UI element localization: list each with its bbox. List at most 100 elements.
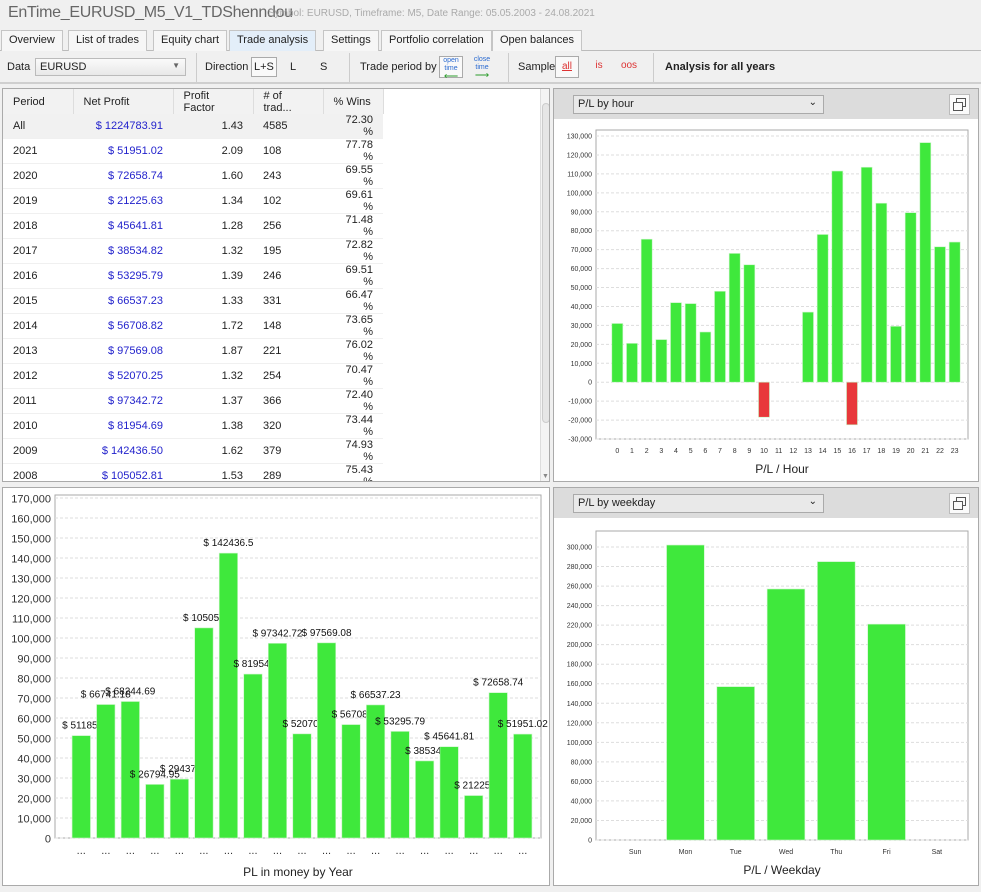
table-row[interactable]: 2009 $ 142436.50 1.62 379 74.93 %	[3, 438, 383, 464]
column-period[interactable]: Period	[3, 89, 74, 114]
table-scrollbar[interactable]: ▼	[540, 89, 549, 481]
column-net-profit[interactable]: Net Profit	[73, 89, 174, 114]
tab-bar: Overview List of trades Equity chart Tra…	[0, 30, 981, 52]
y-tick-label: 140,000	[567, 701, 592, 708]
sample-is-button[interactable]: is	[587, 56, 611, 78]
bar-Thu	[817, 561, 856, 841]
cell-net-profit: $ 21225.63	[73, 188, 173, 214]
tab-open-balances[interactable]: Open balances	[492, 30, 582, 51]
table-row[interactable]: 2021 $ 51951.02 2.09 108 77.78 %	[3, 138, 383, 164]
bar-9	[743, 264, 756, 383]
scrollbar-thumb[interactable]	[542, 103, 549, 423]
cell-net-profit: $ 51951.02	[73, 138, 173, 164]
cell-profit-factor: 1.72	[173, 313, 253, 339]
table-row[interactable]: 2018 $ 45641.81 1.28 256 71.48 %	[3, 213, 383, 239]
y-tick-label: 30,000	[17, 774, 51, 786]
y-tick-label: 220,000	[567, 623, 592, 630]
table-row[interactable]: 2019 $ 21225.63 1.34 102 69.61 %	[3, 188, 383, 214]
cell-profit-factor: 1.37	[173, 388, 253, 414]
bar-10	[758, 381, 770, 418]
tab-list-of-trades[interactable]: List of trades	[68, 30, 147, 51]
bar-19	[890, 326, 902, 383]
table-row[interactable]: 2008 $ 105052.81 1.53 289 75.43 %	[3, 463, 383, 481]
year-chart-panel: 0 10,000 20,000 30,000 40,000 50,000 60,000 70,…	[2, 487, 550, 886]
x-tick-label: 5	[689, 448, 693, 455]
trade-period-label: Trade period by	[360, 61, 437, 73]
sample-all-button[interactable]: all	[555, 56, 579, 78]
cell-net-profit: $ 142436.50	[73, 438, 173, 464]
table-row[interactable]: 2020 $ 72658.74 1.60 243 69.55 %	[3, 163, 383, 189]
bar-22	[934, 246, 946, 383]
y-tick-label: 240,000	[567, 603, 592, 610]
chevron-down-icon: ⌄	[808, 496, 817, 507]
x-tick-label: 12	[789, 448, 797, 455]
table-row[interactable]: 2015 $ 66537.23 1.33 331 66.47 %	[3, 288, 383, 314]
y-tick-label: 130,000	[11, 574, 51, 586]
x-tick-label: 2	[645, 448, 649, 455]
tab-equity-chart[interactable]: Equity chart	[153, 30, 228, 51]
restore-window-icon[interactable]	[949, 493, 970, 514]
data-label: $ 51951.02	[498, 719, 548, 730]
y-tick-label: -30,000	[568, 437, 592, 444]
cell-period: 2018	[3, 213, 73, 239]
y-tick-label: 80,000	[571, 228, 593, 235]
table-row[interactable]: All $ 1224783.91 1.43 4585 72.30 %	[3, 114, 383, 139]
x-tick-label: 21	[921, 448, 929, 455]
table-row[interactable]: 2016 $ 53295.79 1.39 246 69.51 %	[3, 263, 383, 289]
tab-settings[interactable]: Settings	[323, 30, 379, 51]
weekday-chart: 0 20,000 40,000 60,000 80,000 100,000 120,000 1…	[567, 530, 969, 877]
table-row[interactable]: 2017 $ 38534.82 1.32 195 72.82 %	[3, 238, 383, 264]
tab-overview[interactable]: Overview	[1, 30, 63, 51]
direction-label: Direction	[205, 61, 249, 73]
x-tick-label: Wed	[779, 849, 793, 856]
tab-portfolio-correlation[interactable]: Portfolio correlation	[381, 30, 492, 51]
table-row[interactable]: 2010 $ 81954.69 1.38 320 73.44 %	[3, 413, 383, 439]
chart-type-select[interactable]: P/L by weekday ⌄	[573, 494, 824, 513]
cell-period: 2020	[3, 163, 73, 189]
x-tick-label: Sun	[629, 849, 642, 856]
data-select[interactable]: EURUSD ▼	[35, 58, 186, 76]
column-trades[interactable]: # of trad...	[253, 89, 324, 114]
chart-type-select[interactable]: P/L by hour ⌄	[573, 95, 824, 114]
column-wins[interactable]: % Wins	[323, 89, 384, 114]
y-tick-label: 30,000	[571, 323, 593, 330]
cell-wins: 73.65 %	[323, 313, 383, 339]
table-row[interactable]: 2014 $ 56708.82 1.72 148 73.65 %	[3, 313, 383, 339]
table-row[interactable]: 2011 $ 97342.72 1.37 366 72.40 %	[3, 388, 383, 414]
y-tick-label: -10,000	[568, 399, 592, 406]
bar-...	[415, 760, 435, 839]
year-stats-table: Period Net Profit Profit Factor # of tra…	[3, 89, 384, 481]
bar-3	[655, 339, 668, 383]
y-tick-label: 40,000	[571, 798, 593, 805]
separator	[508, 53, 509, 82]
y-tick-label: 120,000	[567, 720, 592, 727]
scroll-down-icon[interactable]: ▼	[542, 473, 549, 480]
data-label: $ 72658.74	[473, 678, 523, 689]
sample-label: Sample	[518, 61, 556, 73]
y-tick-label: 50,000	[571, 285, 593, 292]
x-tick-label: ...	[371, 845, 380, 857]
direction-l-button[interactable]: L	[290, 61, 296, 73]
table-row[interactable]: 2012 $ 52070.25 1.32 254 70.47 %	[3, 363, 383, 389]
x-tick-label: Thu	[830, 849, 842, 856]
close-time-button[interactable]: close time ⟶	[470, 56, 494, 81]
y-tick-label: 110,000	[567, 171, 592, 178]
column-profit-factor[interactable]: Profit Factor	[173, 89, 254, 114]
bar-...	[194, 627, 214, 839]
bar-...	[96, 704, 116, 839]
tab-trade-analysis[interactable]: Trade analysis	[229, 30, 317, 52]
x-tick-label: 10	[760, 448, 768, 455]
bar-8	[728, 253, 741, 383]
cell-net-profit: $ 97342.72	[73, 388, 173, 414]
direction-s-button[interactable]: S	[320, 61, 327, 73]
y-tick-label: -20,000	[568, 418, 592, 425]
sample-oos-button[interactable]: oos	[617, 56, 641, 78]
toolbar: Data EURUSD ▼ Direction L+S L S Trade per…	[0, 51, 981, 84]
table-row[interactable]: 2013 $ 97569.08 1.87 221 76.02 %	[3, 338, 383, 364]
cell-trades: 256	[253, 213, 323, 239]
open-time-button[interactable]: open time ⟵	[439, 56, 463, 82]
cell-wins: 69.61 %	[323, 188, 383, 214]
separator	[653, 53, 654, 82]
direction-ls-button[interactable]: L+S	[251, 57, 277, 77]
restore-window-icon[interactable]	[949, 94, 970, 115]
